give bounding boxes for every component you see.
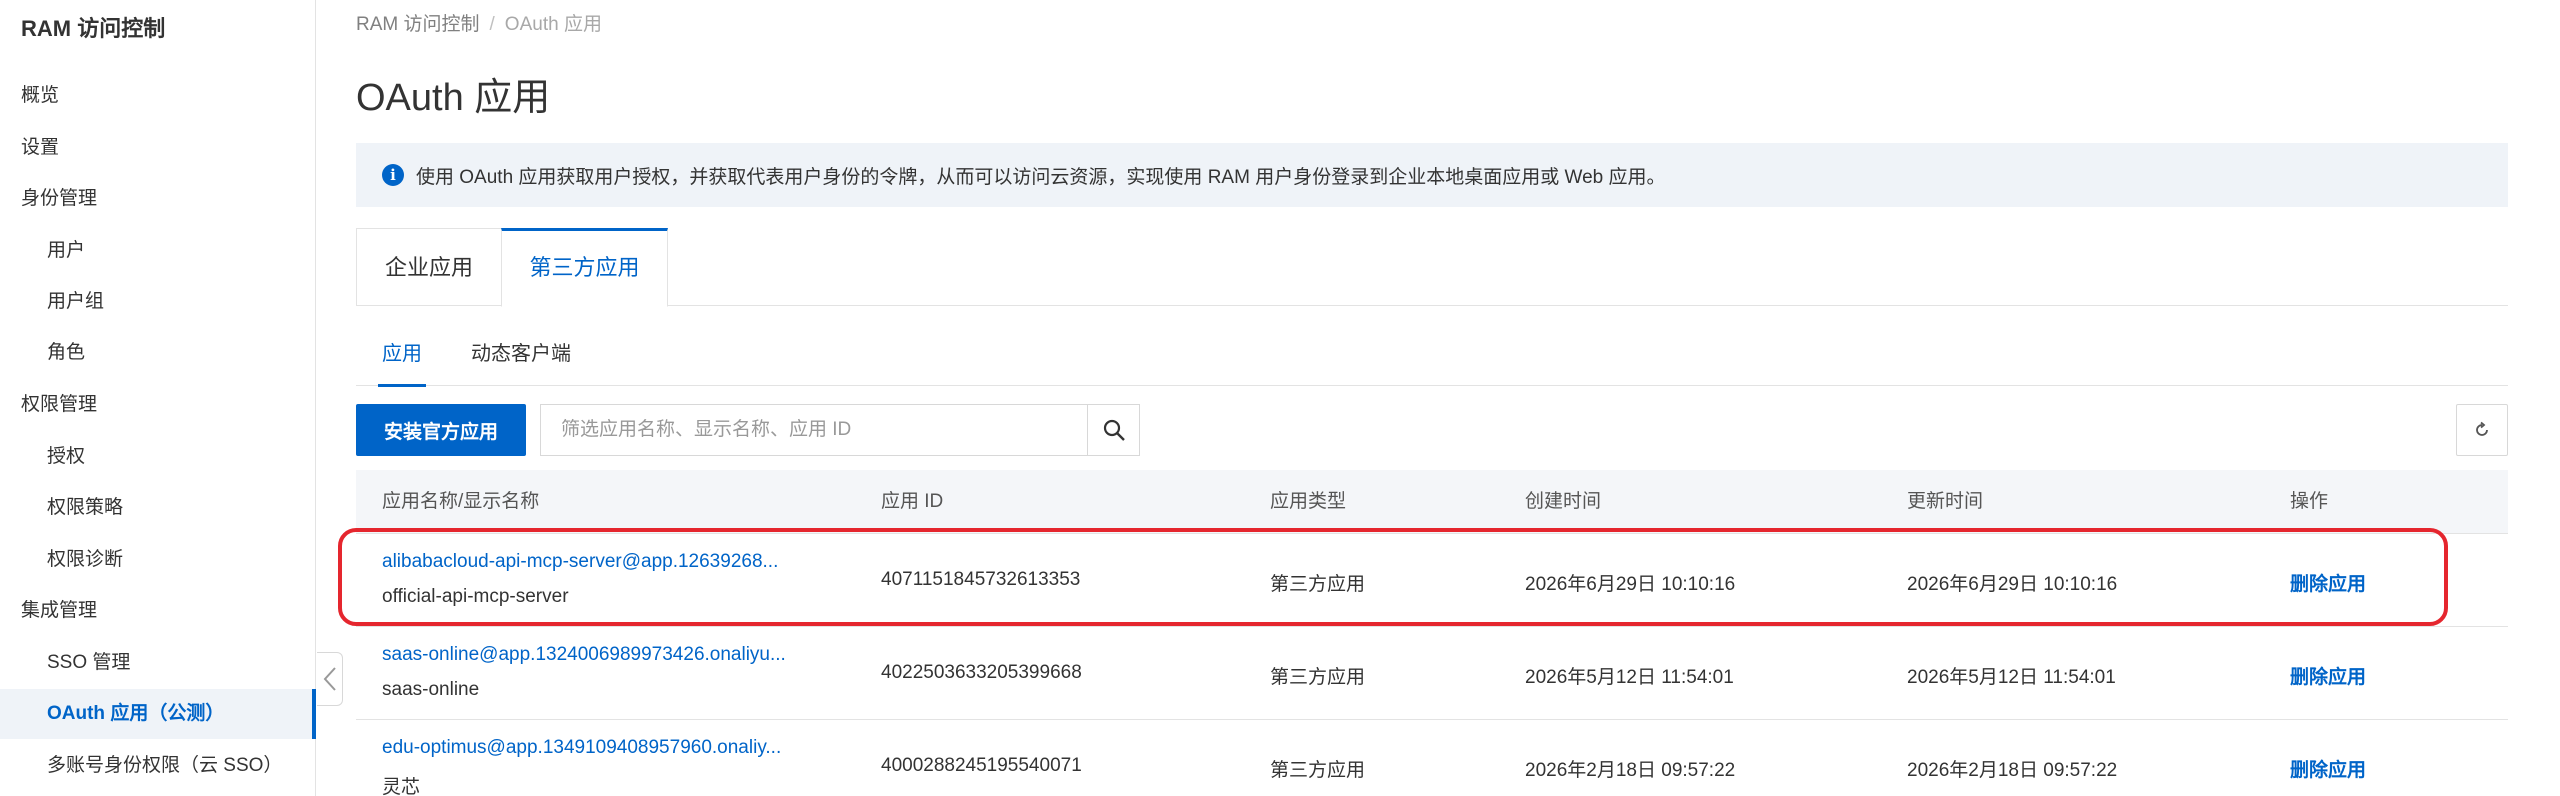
updated-time: 2026年5月12日 11:54:01 [1907,667,2116,688]
sidebar-collapse-handle[interactable] [317,652,343,706]
search-input[interactable] [541,405,1087,455]
app-type: 第三方应用 [1270,574,1366,595]
breadcrumb: RAM 访问控制 / OAuth 应用 [356,9,602,36]
notice-text: 使用 OAuth 应用获取用户授权，并获取代表用户身份的令牌，从而可以访问云资源… [416,166,1666,188]
breadcrumb-separator: / [489,14,495,35]
updated-time: 2026年6月29日 10:10:16 [1907,574,2118,595]
delete-app-button[interactable]: 删除应用 [2290,662,2366,689]
subtab-apps[interactable]: 应用 [378,330,426,387]
column-header-created: 创建时间 [1525,491,1602,512]
sidebar-item-roles[interactable]: 角色 [47,336,85,370]
tab-enterprise-apps[interactable]: 企业应用 [356,228,501,306]
app-name-link[interactable]: alibabacloud-api-mcp-server@app.12639268… [382,551,778,573]
table-row: edu-optimus@app.1349109408957960.onaliy.… [356,720,2508,796]
app-id: 4022503633205399668 [881,662,1082,683]
sidebar-item-users[interactable]: 用户 [47,234,85,268]
info-notice: i 使用 OAuth 应用获取用户授权，并获取代表用户身份的令牌，从而可以访问云… [356,143,2508,207]
subtab-dynamic-clients[interactable]: 动态客户端 [471,330,571,386]
sidebar-item-user-groups[interactable]: 用户组 [47,285,104,319]
sidebar: RAM 访问控制 概览 设置 身份管理 用户 用户组 角色 权限管理 授权 权限… [0,0,316,796]
sidebar-item-cloud-sso[interactable]: 多账号身份权限（云 SSO） [47,749,282,783]
breadcrumb-current: OAuth 应用 [504,14,602,35]
refresh-button[interactable] [2456,404,2508,456]
app-name-link[interactable]: edu-optimus@app.1349109408957960.onaliy.… [382,737,781,759]
sub-tabs: 应用 动态客户端 [356,330,2508,387]
page-title: OAuth 应用 [356,77,551,119]
sidebar-item-diagnosis[interactable]: 权限诊断 [47,543,123,577]
search-icon [1103,419,1125,441]
column-header-type: 应用类型 [1270,491,1347,512]
app-type: 第三方应用 [1270,667,1366,688]
table-row: saas-online@app.1324006989973426.onaliyu… [356,627,2508,720]
search-box [540,404,1140,456]
apps-table: 应用名称/显示名称 应用 ID 应用类型 创建时间 更新时间 操作 alibab… [356,470,2508,796]
column-header-id: 应用 ID [881,491,944,512]
updated-time: 2026年2月18日 09:57:22 [1907,760,2118,781]
sidebar-item-policies[interactable]: 权限策略 [47,491,123,525]
sidebar-item-settings[interactable]: 设置 [21,131,59,165]
app-display-name: official-api-mcp-server [382,586,569,607]
app-id: 4000288245195540071 [881,755,1082,776]
sidebar-group-integration[interactable]: 集成管理 [21,594,97,628]
created-time: 2026年2月18日 09:57:22 [1525,760,1736,781]
install-official-app-button[interactable]: 安装官方应用 [356,404,526,456]
app-display-name: 灵芯 [382,777,421,796]
sidebar-item-label: OAuth 应用（公测） [47,703,225,724]
sidebar-group-permissions[interactable]: 权限管理 [21,388,97,422]
app-display-name: saas-online [382,679,480,700]
search-button[interactable] [1087,405,1139,455]
column-header-updated: 更新时间 [1907,491,1984,512]
main-content: RAM 访问控制 / OAuth 应用 OAuth 应用 i 使用 OAuth 应用… [356,0,2508,796]
refresh-icon [2476,421,2488,436]
sidebar-item-overview[interactable]: 概览 [21,79,59,113]
created-time: 2026年5月12日 11:54:01 [1525,667,1734,688]
delete-app-button[interactable]: 删除应用 [2290,755,2366,782]
table-row: alibabacloud-api-mcp-server@app.12639268… [356,534,2508,627]
breadcrumb-root[interactable]: RAM 访问控制 [356,14,480,35]
column-header-actions: 操作 [2290,491,2329,512]
column-header-name: 应用名称/显示名称 [382,491,540,512]
sidebar-item-sso[interactable]: SSO 管理 [47,646,130,680]
chevron-left-icon [323,667,336,691]
created-time: 2026年6月29日 10:10:16 [1525,574,1736,595]
sidebar-item-grants[interactable]: 授权 [47,440,85,474]
active-indicator [312,689,316,739]
app-type-tabs: 企业应用 第三方应用 [356,228,2508,307]
sidebar-title: RAM 访问控制 [21,16,166,41]
tab-third-party-apps[interactable]: 第三方应用 [501,228,668,307]
info-icon: i [382,164,404,186]
sidebar-item-oauth-apps[interactable]: OAuth 应用（公测） [0,689,316,739]
app-type: 第三方应用 [1270,760,1366,781]
sidebar-group-identity[interactable]: 身份管理 [21,182,97,216]
app-name-link[interactable]: saas-online@app.1324006989973426.onaliyu… [382,644,786,666]
table-header: 应用名称/显示名称 应用 ID 应用类型 创建时间 更新时间 操作 [356,470,2508,534]
delete-app-button[interactable]: 删除应用 [2290,569,2366,596]
app-id: 4071151845732613353 [881,569,1081,590]
